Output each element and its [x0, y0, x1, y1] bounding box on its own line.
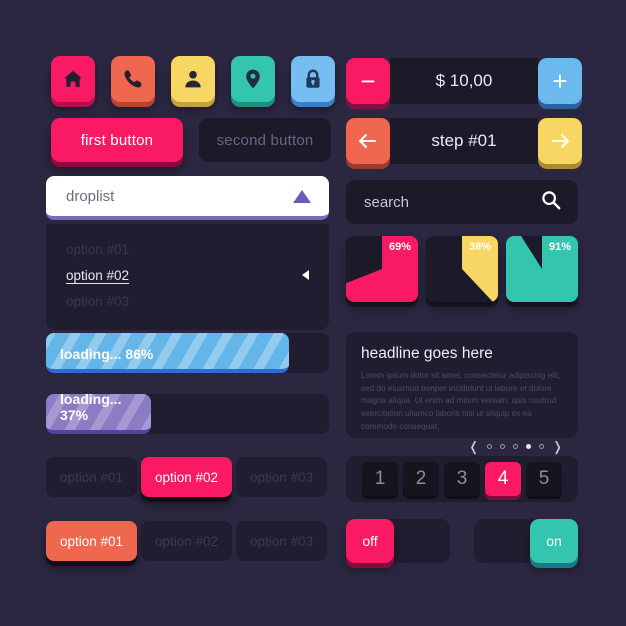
segment-option[interactable]: option #02 — [141, 457, 232, 497]
carousel-next-icon[interactable]: ❭ — [552, 439, 563, 455]
page-button[interactable]: 1 — [362, 462, 398, 496]
price-counter: − $ 10,00 + — [346, 58, 582, 104]
carousel-dot[interactable] — [513, 444, 519, 450]
arrow-right-icon — [552, 134, 569, 148]
stepper-value: step #01 — [390, 118, 538, 164]
carousel-controls: ❬ ❭ — [361, 439, 563, 455]
arrow-left-icon — [359, 134, 376, 148]
droplist-option[interactable]: option #03 — [46, 288, 329, 314]
previous-step-button[interactable] — [346, 118, 390, 164]
text-button-row: first button second button — [51, 118, 331, 162]
page-button[interactable]: 3 — [444, 462, 480, 496]
decrement-button[interactable]: − — [346, 58, 390, 104]
droplist-option-label: option #01 — [66, 241, 130, 257]
droplist-option[interactable]: option #01 — [46, 236, 329, 262]
search-icon[interactable] — [540, 189, 562, 216]
page-button[interactable]: 4 — [485, 462, 521, 496]
increment-button[interactable]: + — [538, 58, 582, 104]
droplist: droplist option #01 option #02 option #03 — [46, 176, 329, 330]
progress-label: loading... 86% — [60, 346, 154, 362]
segment-option[interactable]: option #02 — [141, 521, 232, 561]
chevron-up-icon[interactable] — [293, 189, 311, 203]
percent-label: 38% — [468, 241, 491, 253]
progress-bar-purple: loading... 37% — [46, 391, 329, 434]
percent-label: 91% — [548, 241, 571, 253]
toggle-on[interactable]: on — [474, 519, 578, 563]
segment-option[interactable]: option #03 — [236, 521, 327, 561]
lock-icon — [302, 68, 324, 90]
percent-tiles: 69% 38% 91% — [346, 236, 578, 302]
search-bar[interactable]: search — [346, 180, 578, 224]
droplist-option[interactable]: option #02 — [46, 262, 329, 288]
segment-option[interactable]: option #01 — [46, 457, 137, 497]
droplist-menu: option #01 option #02 option #03 — [46, 224, 329, 330]
home-icon[interactable] — [51, 56, 95, 102]
phone-icon — [122, 68, 144, 90]
progress-fill: loading... 86% — [46, 333, 290, 373]
percent-label: 69% — [388, 241, 411, 253]
page-button[interactable]: 2 — [403, 462, 439, 496]
phone-icon[interactable] — [111, 56, 155, 102]
carousel-dot[interactable] — [526, 444, 532, 450]
carousel-dot[interactable] — [539, 444, 545, 450]
droplist-option-label: option #02 — [66, 267, 130, 283]
carousel-dot[interactable] — [500, 444, 506, 450]
toggle-knob[interactable]: off — [346, 519, 394, 563]
second-button[interactable]: second button — [199, 118, 331, 162]
icon-button-row — [51, 56, 335, 102]
carousel-dots — [487, 444, 545, 450]
user-icon — [182, 68, 204, 90]
home-icon — [62, 68, 84, 90]
progress-fill: loading... 37% — [46, 391, 151, 434]
carousel-dot[interactable] — [487, 444, 493, 450]
card-headline: headline goes here — [361, 345, 493, 362]
headline-card: headline goes here Lorem ipsum dolor sit… — [346, 332, 578, 454]
first-button[interactable]: first button — [51, 118, 183, 162]
page-button[interactable]: 5 — [526, 462, 562, 496]
droplist-field[interactable]: droplist — [46, 176, 329, 220]
ui-kit-canvas: first button second button droplist opti… — [0, 0, 626, 626]
percent-tile: 38% — [426, 236, 498, 302]
droplist-value: droplist — [66, 187, 115, 205]
progress-bar-blue: loading... 86% — [46, 333, 329, 373]
segmented-pink: option #01 option #02 option #03 — [46, 457, 327, 497]
counter-value: $ 10,00 — [390, 58, 538, 104]
user-icon[interactable] — [171, 56, 215, 102]
lock-icon[interactable] — [291, 56, 335, 102]
toggle-off[interactable]: off — [346, 519, 450, 563]
step-stepper: step #01 — [346, 118, 582, 164]
segment-option[interactable]: option #03 — [236, 457, 327, 497]
pin-icon — [242, 68, 264, 90]
percent-tile: 69% — [346, 236, 418, 302]
toggle-knob[interactable]: on — [530, 519, 578, 563]
search-input[interactable]: search — [364, 194, 409, 211]
card-body: Lorem ipsum dolor sit amet, consectetur … — [361, 371, 561, 431]
percent-tile: 91% — [506, 236, 578, 302]
pagination: 12345 — [346, 456, 578, 502]
droplist-option-label: option #03 — [66, 293, 130, 309]
next-step-button[interactable] — [538, 118, 582, 164]
carousel-prev-icon[interactable]: ❬ — [468, 439, 479, 455]
segment-option[interactable]: option #01 — [46, 521, 137, 561]
arrow-left-icon — [302, 270, 309, 280]
progress-label: loading... 37% — [60, 391, 122, 423]
segmented-coral: option #01 option #02 option #03 — [46, 521, 327, 561]
pin-icon[interactable] — [231, 56, 275, 102]
